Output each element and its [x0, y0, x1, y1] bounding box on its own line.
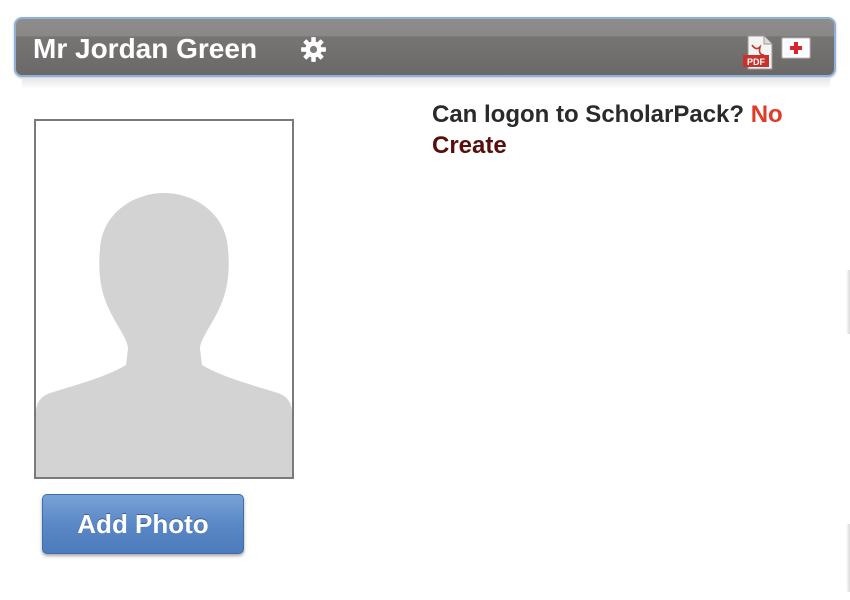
pdf-icon-label: PDF — [747, 57, 766, 67]
logon-value: No — [750, 101, 783, 128]
adjacent-panel-edge — [846, 524, 850, 592]
pdf-icon[interactable]: PDF — [742, 35, 776, 71]
profile-photo — [34, 119, 294, 479]
logon-status: Can logon to ScholarPack? No — [432, 99, 783, 130]
page-title: Mr Jordan Green — [33, 33, 258, 64]
profile-header: Mr Jordan Green PDF — [14, 17, 836, 77]
add-photo-button[interactable]: Add Photo — [42, 494, 244, 554]
create-logon-link[interactable]: Create — [432, 130, 507, 161]
logon-question: Can logon to ScholarPack? — [432, 101, 745, 128]
silhouette-placeholder-icon — [36, 193, 292, 477]
header-shadow-strip — [22, 79, 830, 89]
medical-icon[interactable] — [781, 37, 811, 61]
adjacent-panel-edge — [846, 270, 850, 334]
gear-icon[interactable] — [300, 36, 327, 63]
